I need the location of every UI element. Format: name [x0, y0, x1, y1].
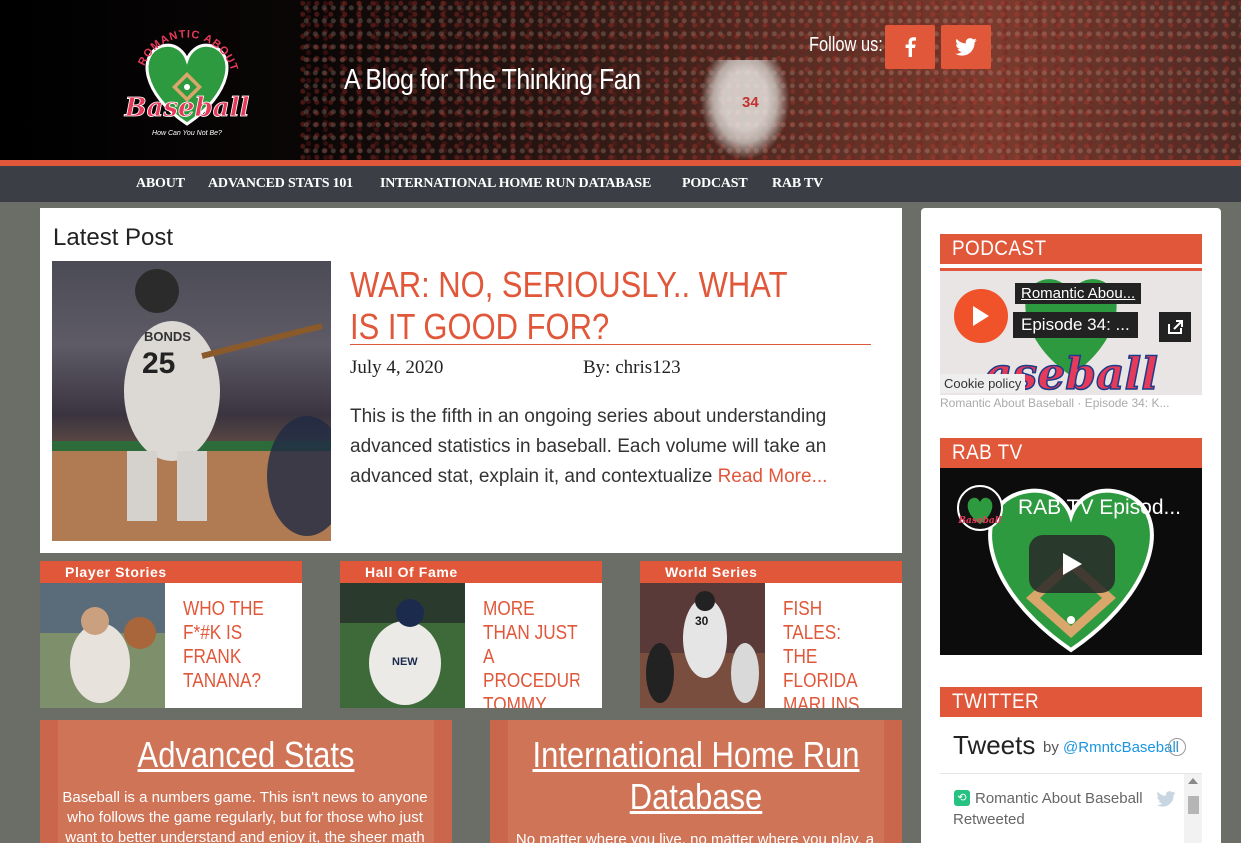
facebook-button[interactable] [885, 25, 935, 69]
title-divider [350, 344, 871, 345]
scroll-thumb[interactable] [1188, 796, 1199, 814]
svg-text:NEW: NEW [392, 656, 418, 668]
card-image[interactable]: 30 [640, 583, 765, 708]
post-card[interactable]: Player Stories WHO THE F*#K IS FRANK TAN… [40, 561, 302, 708]
cookie-policy-link[interactable]: Cookie policy [940, 374, 1026, 393]
home-run-database-feature[interactable]: International Home Run Database No matte… [490, 720, 902, 843]
batter-photo: BONDS 25 [52, 269, 331, 541]
latest-post-section: Latest Post BONDS 25 WAR: NO, SERIOUSLY.… [40, 208, 902, 553]
feature-title[interactable]: International Home Run Database [519, 734, 873, 818]
scroll-up-arrow[interactable] [1188, 778, 1198, 784]
latest-post-image-jersey-name: BONDS [144, 329, 191, 344]
play-icon [1063, 553, 1082, 575]
tweets-title: Tweets [953, 730, 1036, 760]
logo-sub-text: How Can You Not Be? [152, 130, 222, 137]
share-button[interactable] [1159, 312, 1191, 342]
podcast-caption[interactable]: Romantic About Baseball · Episode 34: K.… [940, 396, 1169, 410]
podcast-show-link[interactable]: Romantic Abou... [1015, 283, 1142, 304]
retweeted-label: Retweeted [953, 811, 1025, 828]
card-category[interactable]: Player Stories [40, 561, 302, 583]
video-play-button[interactable] [1029, 535, 1115, 593]
twitter-widget-heading: TWITTER [940, 687, 1202, 717]
retweet-icon: ⟲ [954, 790, 970, 806]
retweeter-name[interactable]: Romantic About Baseball [975, 790, 1143, 807]
rabtv-heading-text: RAB TV [952, 441, 1023, 464]
twitter-handle-link[interactable]: @RmntcBaseball [1063, 739, 1179, 756]
latest-post-title[interactable]: WAR: NO, SERIOUSLY.. WHAT IS IT GOOD FOR… [350, 264, 797, 348]
twitter-icon [955, 38, 977, 56]
video-title[interactable]: RAB TV Episod... [1018, 496, 1181, 520]
site-logo[interactable]: ROMANTIC ABOUT Baseball How Can You Not … [122, 14, 252, 144]
tweet-feed[interactable]: ⟲ Romantic About Baseball Retweeted [940, 773, 1202, 843]
nav-item-home-run-database[interactable]: INTERNATIONAL HOME RUN DATABASE [380, 176, 651, 192]
site-tagline: A Blog for The Thinking Fan [344, 64, 641, 96]
tweets-by: by @RmntcBaseball [1043, 739, 1179, 756]
facebook-icon [905, 37, 916, 57]
tweets-by-label: by [1043, 739, 1064, 756]
share-icon [1168, 320, 1183, 334]
pitcher-jersey-number: 34 [742, 94, 759, 111]
site-header: 34 ROMANTIC ABOUT Baseball How Can You N… [0, 0, 1241, 160]
nav-item-about[interactable]: ABOUT [136, 176, 185, 192]
rabtv-video-player[interactable]: Baseball RAB TV Episod... [940, 468, 1202, 655]
latest-post-heading: Latest Post [53, 224, 174, 251]
card-title[interactable]: WHO THE F*#K IS FRANK TANANA? [183, 597, 279, 708]
twitter-bird-icon [1156, 791, 1176, 807]
card-image[interactable]: NEW [340, 583, 465, 708]
post-excerpt: This is the fifth in an ongoing series a… [350, 402, 870, 492]
card-category[interactable]: Hall Of Fame [340, 561, 602, 583]
post-card[interactable]: World Series 30 FISH TALES: THE FLORIDA … [640, 561, 902, 708]
card-image[interactable] [40, 583, 165, 708]
read-more-link[interactable]: Read More... [718, 466, 828, 487]
follow-label: Follow us: [809, 34, 883, 56]
info-icon[interactable]: i [1168, 738, 1186, 756]
podcast-player[interactable]: aseball Romantic Abou... Episode 34: ...… [940, 268, 1202, 395]
card-category[interactable]: World Series [640, 561, 902, 583]
card-title[interactable]: MORE THAN JUST A PROCEDURE: TOMMY JOHN A… [483, 597, 579, 708]
podcast-heading-text: PODCAST [952, 237, 1047, 260]
latest-post-image[interactable]: BONDS 25 [52, 261, 331, 541]
svg-text:30: 30 [695, 614, 709, 628]
podcast-play-button[interactable] [954, 289, 1008, 343]
feature-text: No matter where you live, no matter wher… [515, 831, 875, 843]
logo-main-text: Baseball [124, 93, 250, 123]
rabtv-widget-heading: RAB TV [940, 438, 1202, 468]
post-card[interactable]: Hall Of Fame NEW MORE THAN JUST A PROCED… [340, 561, 602, 708]
tweet-feed-scrollbar[interactable] [1184, 774, 1202, 843]
play-icon [973, 306, 989, 326]
latest-post-image-jersey-number: 25 [142, 347, 175, 380]
main-nav: ABOUT ADVANCED STATS 101 INTERNATIONAL H… [0, 166, 1241, 202]
twitter-button[interactable] [941, 25, 991, 69]
card-title[interactable]: FISH TALES: THE FLORIDA MARLINS AND THE … [783, 597, 879, 708]
sidebar: PODCAST aseball Romantic Abou... Episode… [921, 208, 1221, 843]
post-author: By: chris123 [583, 357, 681, 378]
twitter-heading-text: TWITTER [952, 690, 1040, 713]
nav-item-rab-tv[interactable]: RAB TV [772, 176, 823, 192]
podcast-episode-link[interactable]: Episode 34: ... [1013, 312, 1138, 338]
svg-text:Baseball: Baseball [957, 516, 1002, 526]
post-date: July 4, 2020 [350, 357, 444, 378]
advanced-stats-feature[interactable]: Advanced Stats Baseball is a numbers gam… [40, 720, 452, 843]
feature-text: Baseball is a numbers game. This isn't n… [62, 789, 428, 843]
nav-item-podcast[interactable]: PODCAST [682, 176, 748, 192]
feature-title[interactable]: Advanced Stats [69, 734, 423, 776]
nav-item-advanced-stats[interactable]: ADVANCED STATS 101 [208, 176, 353, 192]
podcast-widget-heading: PODCAST [940, 234, 1202, 264]
